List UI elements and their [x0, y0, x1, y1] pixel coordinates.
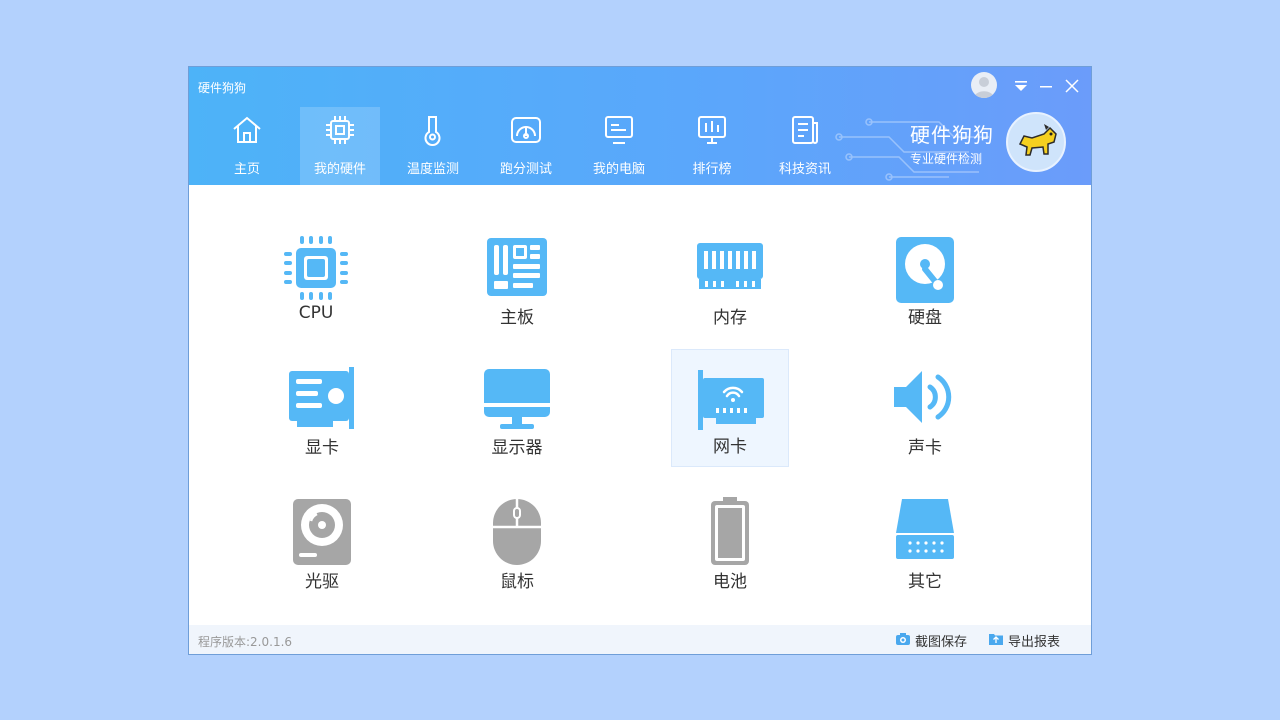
hw-battery-label: 电池 [713, 572, 747, 592]
hw-monitor[interactable]: 显示器 [458, 351, 576, 469]
minimize-button[interactable] [1035, 75, 1057, 97]
hw-network-card[interactable]: 网卡 [671, 349, 789, 467]
export-report-label: 导出报表 [1008, 635, 1061, 650]
hw-memory-label: 内存 [713, 308, 747, 328]
avatar-icon [974, 77, 994, 98]
close-icon [1065, 79, 1079, 93]
export-folder-icon [989, 634, 1003, 645]
thermometer-icon [424, 116, 441, 146]
hw-network-card-label: 网卡 [713, 437, 747, 457]
tab-temperature[interactable]: 温度监测 [393, 107, 473, 185]
brand-title: 硬件狗狗 [910, 123, 994, 147]
hw-memory[interactable]: 内存 [671, 221, 789, 339]
hw-other[interactable]: 其它 [866, 485, 984, 603]
brand-logo [1006, 112, 1066, 172]
tab-ranking[interactable]: 排行榜 [672, 107, 752, 185]
hw-graphics-card[interactable]: 显卡 [263, 351, 381, 469]
tab-benchmark[interactable]: 跑分测试 [486, 107, 566, 185]
cpu-icon [284, 236, 348, 300]
tab-tech-news[interactable]: 科技资讯 [765, 107, 845, 185]
motherboard-icon [487, 238, 547, 296]
header-bar: 硬件狗狗 主页 我的硬件 温度监测 跑分测试 我的电脑 排行榜 科技资讯 硬件狗… [189, 67, 1091, 185]
hw-motherboard[interactable]: 主板 [458, 221, 576, 339]
hw-monitor-label: 显示器 [491, 438, 543, 458]
optical-drive-icon [293, 499, 351, 565]
home-icon [233, 116, 261, 143]
camera-icon [896, 633, 910, 645]
window-title: 硬件狗狗 [198, 81, 247, 95]
dropdown-icon [1015, 81, 1027, 91]
tab-temperature-label: 温度监测 [406, 162, 459, 177]
hw-mouse-label: 鼠标 [500, 572, 534, 592]
version-text: 程序版本:2.0.1.6 [198, 635, 293, 649]
monitor-icon [484, 369, 550, 429]
computer-icon [605, 116, 633, 144]
ranking-icon [698, 116, 726, 144]
hw-motherboard-label: 主板 [500, 308, 534, 328]
hw-sound-card[interactable]: 声卡 [866, 351, 984, 469]
tab-my-computer-label: 我的电脑 [592, 162, 645, 177]
hw-optical-drive[interactable]: 光驱 [263, 485, 381, 603]
hw-optical-drive-label: 光驱 [305, 572, 339, 592]
screenshot-save-button[interactable]: 截图保存 [896, 631, 968, 650]
hw-other-label: 其它 [908, 572, 942, 592]
hw-harddisk-label: 硬盘 [908, 308, 942, 328]
speedometer-icon [511, 117, 541, 143]
hw-cpu[interactable]: CPU [257, 221, 375, 339]
tab-tech-news-label: 科技资讯 [778, 162, 831, 177]
tab-my-hardware-label: 我的硬件 [313, 162, 366, 177]
minimize-icon [1040, 86, 1052, 88]
tab-benchmark-label: 跑分测试 [499, 162, 552, 177]
menu-dropdown-button[interactable] [1010, 75, 1032, 97]
hw-harddisk[interactable]: 硬盘 [866, 221, 984, 339]
hw-sound-card-label: 声卡 [908, 438, 942, 458]
news-icon [792, 116, 818, 144]
hw-mouse[interactable]: 鼠标 [458, 485, 576, 603]
hw-battery[interactable]: 电池 [671, 485, 789, 603]
brand-subtitle: 专业硬件检测 [910, 152, 983, 166]
sound-card-icon [894, 371, 952, 423]
dog-logo-icon [1018, 124, 1057, 156]
tab-ranking-label: 排行榜 [692, 162, 732, 177]
memory-icon [697, 243, 763, 289]
hardware-grid: CPU 主板 内存 硬盘 显卡 显示器 网卡 声卡 光驱 鼠标 电池 其它 [189, 185, 1091, 625]
export-report-button[interactable]: 导出报表 [989, 631, 1061, 650]
hw-graphics-card-label: 显卡 [305, 438, 339, 458]
status-bar: 程序版本:2.0.1.6 截图保存 导出报表 [189, 625, 1091, 654]
other-device-icon [896, 499, 954, 559]
tab-home[interactable]: 主页 [207, 107, 287, 185]
mouse-icon [493, 499, 541, 565]
graphics-card-icon [289, 367, 354, 429]
close-button[interactable] [1061, 75, 1083, 97]
app-window: 硬件狗狗 主页 我的硬件 温度监测 跑分测试 我的电脑 排行榜 科技资讯 硬件狗… [188, 66, 1092, 655]
tab-my-hardware[interactable]: 我的硬件 [300, 107, 380, 185]
screenshot-save-label: 截图保存 [915, 635, 968, 650]
network-card-icon [698, 370, 764, 430]
tab-my-computer[interactable]: 我的电脑 [579, 107, 659, 185]
battery-icon [711, 497, 749, 565]
chip-icon [326, 116, 354, 144]
harddisk-icon [896, 237, 954, 303]
user-avatar-button[interactable] [971, 72, 997, 98]
hw-cpu-label: CPU [298, 303, 334, 323]
tab-home-label: 主页 [233, 162, 260, 177]
